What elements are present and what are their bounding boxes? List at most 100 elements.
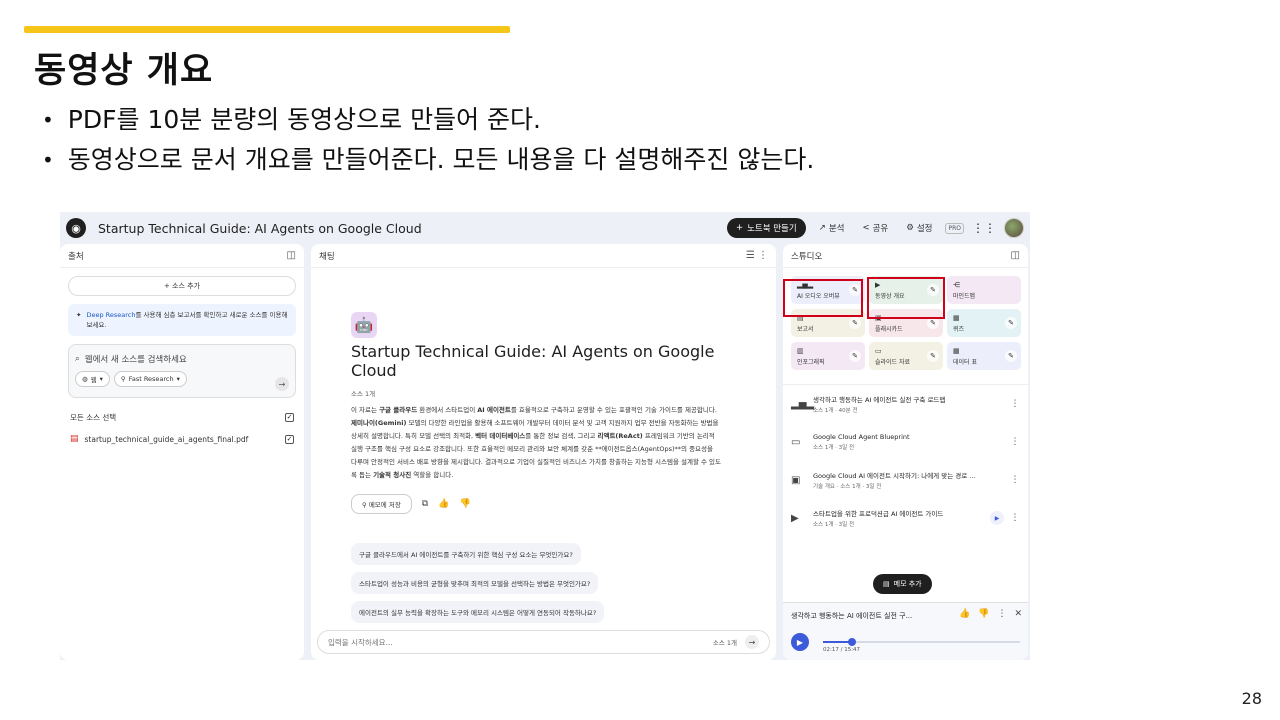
pencil-icon[interactable]: ✎ [927,350,939,362]
notebook-title: Startup Technical Guide: AI Agents on Go… [98,220,422,236]
output-meta: 기술 개요 · 소스 1개 · 3일 전 [813,484,882,490]
studio-tile[interactable]: ▦ 데이터 표 ✎ [947,342,1021,370]
notebook-app-screenshot: ◉ Startup Technical Guide: AI Agents on … [60,212,1030,660]
sparkle-icon: ✦ [76,311,82,319]
gear-icon: ⚙ [906,223,914,233]
summary-text-part: 역할을 합니다. [411,471,454,479]
studio-header: 스튜디오 [791,251,823,262]
thumbs-up-icon[interactable]: 👍 [438,499,449,509]
pencil-icon[interactable]: ✎ [849,317,861,329]
collapse-panel-icon[interactable]: ◫ [1011,250,1020,261]
output-type-icon: ▂▅▂ [791,398,815,410]
sources-panel: 출처 ◫ + 소스 추가 ✦ Deep Research를 사용해 심층 보고서를… [60,244,304,660]
web-chip[interactable]: ◍ 웹 ▾ [75,371,110,387]
select-all-row[interactable]: 모든 소스 선택 ✓ [60,406,304,428]
deep-research-banner: ✦ Deep Research를 사용해 심층 보고서를 확인하고 새로운 소스… [68,304,296,336]
search-icon: ⌕ [75,354,80,364]
avatar[interactable] [1004,218,1024,238]
thumbs-up-icon[interactable]: 👍 [959,609,970,619]
send-icon[interactable]: → [745,635,759,649]
close-icon[interactable]: ✕ [1014,609,1022,619]
summary-bold-text: 구글 클라우드 [379,406,418,414]
note-icon: ▤ [883,580,890,588]
summary-bold-text: 기술적 청사진 [373,471,412,479]
pencil-icon[interactable]: ✎ [1005,350,1017,362]
add-source-button[interactable]: + 소스 추가 [68,276,296,296]
play-icon[interactable]: ▶ [990,511,1004,525]
output-title: Google Cloud Agent Blueprint [813,433,910,441]
more-icon[interactable]: ⋮ [1010,475,1020,485]
create-notebook-button[interactable]: + 노트북 만들기 [726,218,806,238]
fast-research-label: Fast Research [128,375,174,383]
play-button[interactable]: ▶ [791,633,809,651]
analytics-button[interactable]: ↗ 분석 [814,219,850,237]
settings-button[interactable]: ⚙ 설정 [901,219,937,237]
source-count: 소스 1개 [351,390,376,398]
studio-tile[interactable]: ⋲ 마인드맵 [947,276,1021,304]
pencil-icon[interactable]: ✎ [849,350,861,362]
player-progress-knob[interactable] [847,638,856,646]
add-note-button[interactable]: ▤ 메모 추가 [873,574,932,594]
highlight-box-audio [783,279,863,317]
output-type-icon: ▭ [791,436,801,448]
pro-badge: PRO [945,222,964,234]
copy-icon[interactable]: ⧉ [422,499,428,509]
studio-output-item[interactable]: ▣ Google Cloud AI 에이전트 시작하기: 나에게 맞는 경로 ..… [783,461,1028,499]
web-source-search: ⌕ 웹에서 새 소스를 검색하세요 ◍ 웹 ▾ ⚲ Fast Research ▾ → [68,344,296,398]
more-icon[interactable]: ⋮ [997,609,1006,619]
pencil-icon[interactable]: ✎ [1005,317,1017,329]
player-progress-track[interactable] [823,638,1020,646]
bullet-item: 동영상으로 문서 개요를 만들어준다. 모든 내용을 다 설명해주진 않는다. [42,140,814,180]
tile-label: 마인드맵 [953,293,976,300]
suggested-question[interactable]: 구글 클라우드에서 AI 에이전트를 구축하기 위한 핵심 구성 요소는 무엇인… [351,543,581,565]
search-input[interactable]: 웹에서 새 소스를 검색하세요 [85,353,187,365]
output-title: 스타트업을 위한 프로덕션급 AI 에이전트 가이드 [813,510,944,518]
more-icon[interactable]: ⋮ [1010,437,1020,447]
select-all-checkbox[interactable]: ✓ [285,412,294,422]
accent-bar [24,26,510,33]
summary-text-part: 를 효율적으로 구축하고 운영할 수 있는 포괄적인 기술 가이드를 제공합니다… [510,406,717,414]
thumbs-down-icon[interactable]: 👎 [459,499,470,509]
studio-output-item[interactable]: ▶ 스타트업을 위한 프로덕션급 AI 에이전트 가이드 소스 1개 · 3일 전 ▶… [783,499,1028,537]
summary-bold-text: 벡터 데이터베이스 [475,432,526,440]
more-icon[interactable]: ⋮ [1010,513,1020,523]
deep-research-link[interactable]: Deep Research [86,311,135,319]
share-icon: < [862,223,870,233]
studio-output-item[interactable]: ▭ Google Cloud Agent Blueprint 소스 1개 · 3일 … [783,423,1028,461]
chat-input-placeholder: 입력을 시작하세요... [328,637,393,647]
robot-icon: 🤖 [351,312,377,338]
output-title: 생각하고 행동하는 AI 에이전트 실전 구축 로드맵 [813,396,946,404]
summary-text-part: 를 통한 정보 검색, 그리고 [525,432,598,440]
source-checkbox[interactable]: ✓ [285,434,294,444]
chat-panel: 채팅 ☰ ⋮ 🤖 Startup Technical Guide: AI Agen… [311,244,776,660]
thumbs-down-icon[interactable]: 👎 [978,609,989,619]
output-type-icon: ▣ [791,474,801,486]
highlight-box-video [867,277,945,319]
studio-tile[interactable]: ▦ 퀴즈 ✎ [947,309,1021,337]
select-all-label: 모든 소스 선택 [70,412,117,422]
submit-arrow-icon[interactable]: → [275,377,289,391]
bullet-list: PDF를 10분 분량의 동영상으로 만들어 준다. 동영상으로 문서 개요를 … [42,100,814,180]
fast-research-chip[interactable]: ⚲ Fast Research ▾ [113,371,187,387]
chat-input[interactable]: 입력을 시작하세요... 소스 1개 → [317,630,770,654]
studio-output-item[interactable]: ▂▅▂ 생각하고 행동하는 AI 에이전트 실전 구축 로드맵 소스 1개 · 40… [783,385,1028,423]
share-button[interactable]: < 공유 [857,219,893,237]
apps-grid-icon[interactable]: ⋮⋮ [972,221,996,235]
summary-bold-text: 리액트(ReAct) [597,432,643,440]
page-number: 28 [1241,689,1262,708]
studio-tile[interactable]: ▭ 슬라이드 자료 ✎ [869,342,943,370]
pdf-icon: ▤ [70,434,79,444]
suggested-question[interactable]: 스타트업이 성능과 비용의 균형을 맞추며 최적의 모델을 선택하는 방법은 무… [351,572,599,594]
tile-icon: ⋲ [953,281,960,289]
create-notebook-label: 노트북 만들기 [747,224,797,234]
save-to-memo-button[interactable]: ⚲ 메모에 저장 [351,494,412,514]
summary-text-part: 이 자료는 [351,406,380,414]
suggested-question[interactable]: 에이전트의 실무 능력을 확장하는 도구와 메모리 시스템은 어떻게 연동되어 … [351,601,605,623]
tune-icon[interactable]: ☰ ⋮ [746,250,768,261]
collapse-panel-icon[interactable]: ◫ [287,250,296,261]
source-file-row[interactable]: ▤ startup_technical_guide_ai_agents_final… [60,428,304,450]
output-meta: 소스 1개 · 3일 전 [813,522,855,528]
notebooklm-logo-icon[interactable]: ◉ [66,218,86,238]
studio-tile[interactable]: ▥ 인포그래픽 ✎ [791,342,865,370]
more-icon[interactable]: ⋮ [1010,399,1020,409]
